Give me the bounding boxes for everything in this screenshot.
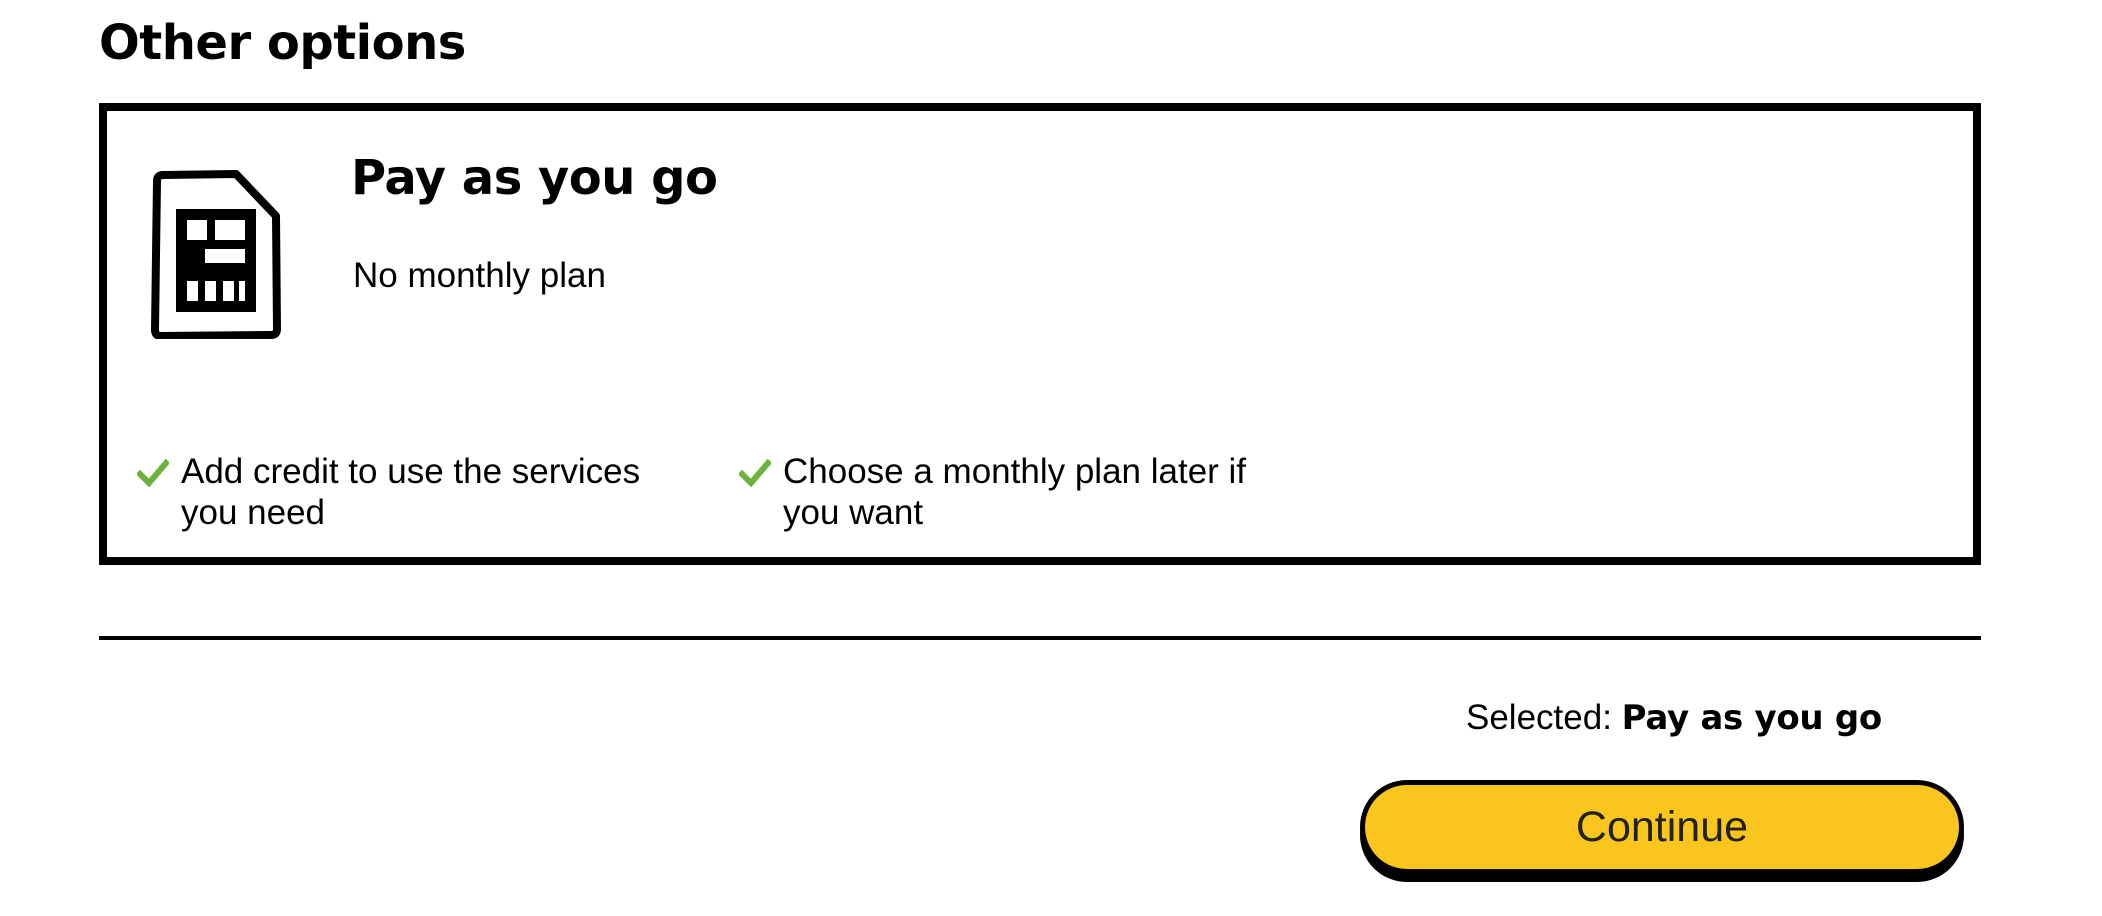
continue-button[interactable]: Continue [1360, 780, 1964, 874]
selected-label: Selected: [1466, 698, 1612, 737]
pay-as-you-go-option-card[interactable]: Pay as you go No monthly plan Add credit… [99, 103, 1981, 565]
selected-summary: Selected: Pay as you go [1466, 693, 1882, 743]
feature-text: Add credit to use the services you need [181, 452, 641, 532]
feature-item: Add credit to use the services you need [137, 451, 697, 533]
selected-value: Pay as you go [1621, 698, 1883, 738]
sim-card-icon [151, 170, 281, 339]
feature-text: Choose a monthly plan later if you want [783, 452, 1247, 532]
plan-subtitle: No monthly plan [353, 256, 606, 295]
plan-title: Pay as you go [351, 150, 718, 206]
section-heading: Other options [99, 15, 466, 71]
checkmark-icon [137, 459, 169, 487]
section-divider [99, 636, 1981, 640]
feature-item: Choose a monthly plan later if you want [739, 451, 1299, 533]
checkmark-icon [739, 459, 771, 487]
